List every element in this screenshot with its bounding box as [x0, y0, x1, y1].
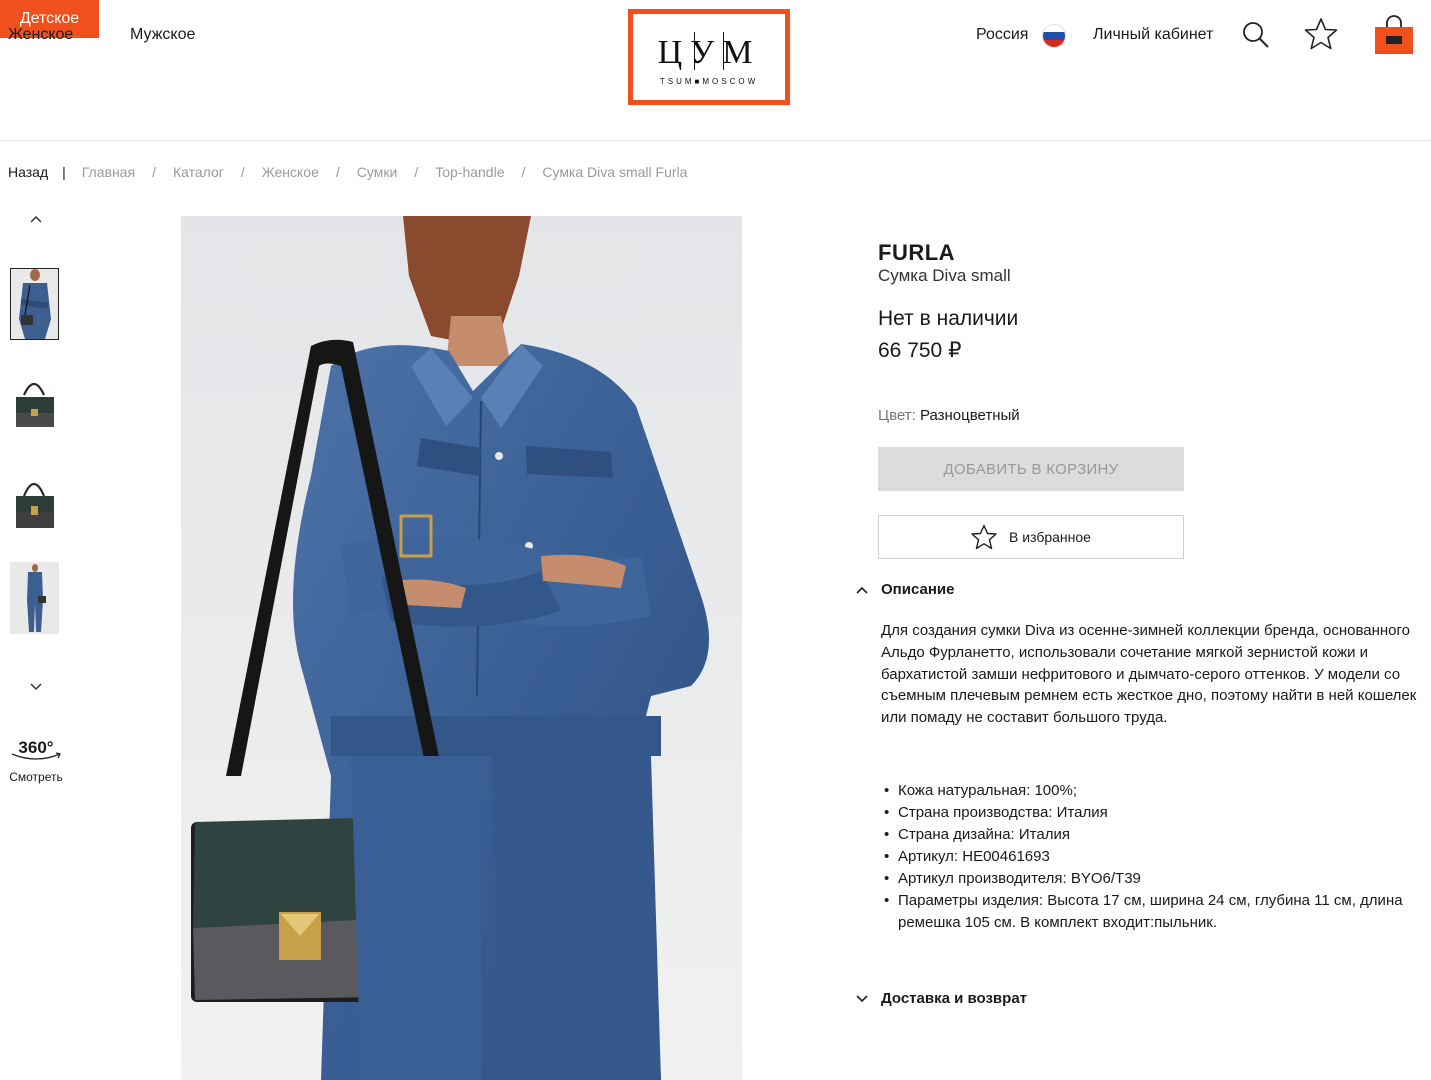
thumbnail-bag-side[interactable] [10, 466, 59, 538]
add-to-favorites-button[interactable]: В избранное [878, 515, 1184, 559]
availability-status: Нет в наличии [878, 307, 1019, 330]
breadcrumb-bags[interactable]: Сумки [357, 164, 398, 180]
product-brand[interactable]: FURLA [878, 240, 955, 266]
breadcrumb: Назад | Главная / Каталог / Женское / Су… [8, 164, 687, 180]
view-360-button[interactable]: 360° Смотреть [6, 738, 66, 784]
spec-item: Страна дизайна: Италия [884, 824, 1424, 846]
product-name: Сумка Diva small [878, 266, 1011, 285]
breadcrumb-separator: / [240, 164, 245, 180]
spec-item: Кожа натуральная: 100%; [884, 780, 1424, 802]
product-price: 66 750 ₽ [878, 339, 962, 362]
breadcrumb-home[interactable]: Главная [82, 164, 135, 180]
description-title: Описание [881, 581, 955, 598]
spec-item: Страна производства: Италия [884, 802, 1424, 824]
color-label: Цвет: [878, 407, 916, 424]
delivery-accordion[interactable]: Доставка и возврат [855, 990, 1027, 1007]
breadcrumb-separator: / [335, 164, 340, 180]
color-value: Разноцветный [919, 407, 1020, 424]
product-photo [181, 216, 742, 1080]
favorites-label: В избранное [1009, 529, 1091, 545]
breadcrumb-catalog[interactable]: Каталог [173, 164, 224, 180]
breadcrumb-top-handle[interactable]: Top-handle [435, 164, 504, 180]
product-main-image[interactable] [181, 216, 742, 1080]
nav-women[interactable]: Женское [8, 26, 73, 44]
tsum-logo[interactable]: ЦУМ TSUM■MOSCOW [628, 9, 790, 105]
color-row: Цвет: Разноцветный [878, 407, 1020, 424]
star-icon[interactable] [1304, 17, 1338, 51]
breadcrumb-women[interactable]: Женское [262, 164, 319, 180]
spec-item: Артикул: HE00461693 [884, 846, 1424, 868]
description-accordion[interactable]: Описание [855, 581, 954, 598]
logo-divider [723, 32, 724, 70]
thumbnail-model-full[interactable] [10, 562, 59, 634]
breadcrumb-separator: / [414, 164, 419, 180]
breadcrumb-separator: / [521, 164, 526, 180]
specs-list: Кожа натуральная: 100%; Страна производс… [884, 780, 1424, 934]
back-link[interactable]: Назад [8, 164, 48, 180]
chevron-up-icon[interactable] [26, 212, 46, 226]
logo-letters: ЦУМ [657, 34, 761, 71]
spec-item: Параметры изделия: Высота 17 см, ширина … [884, 890, 1424, 934]
russia-flag-icon[interactable] [1042, 24, 1066, 48]
thumbnail-image [10, 466, 59, 538]
add-to-cart-button[interactable]: ДОБАВИТЬ В КОРЗИНУ [878, 447, 1184, 491]
spec-item: Артикул производителя: BYO6/T39 [884, 868, 1424, 890]
shopping-bag-icon[interactable] [1374, 14, 1414, 55]
thumbnail-image [10, 562, 59, 634]
star-icon [971, 524, 997, 550]
nav-men[interactable]: Мужское [130, 26, 195, 44]
thumbnail-bag-front[interactable] [10, 369, 59, 441]
chevron-up-icon [856, 586, 868, 594]
description-text: Для создания сумки Diva из осенне-зимней… [881, 622, 1417, 727]
view-360-label: Смотреть [9, 770, 63, 784]
chevron-down-icon [856, 994, 868, 1002]
logo-divider [694, 32, 695, 70]
thumbnail-model-front[interactable] [10, 268, 59, 340]
chevron-down-icon[interactable] [26, 680, 46, 694]
thumbnail-image [10, 369, 59, 441]
logo-inner: ЦУМ TSUM■MOSCOW [633, 14, 785, 100]
logo-subtitle: TSUM■MOSCOW [659, 77, 759, 86]
site-header: Женское Мужское Детское ЦУМ TSUM■MOSCOW … [0, 0, 1431, 141]
region-selector[interactable]: Россия [976, 26, 1028, 44]
search-icon[interactable] [1242, 21, 1270, 49]
breadcrumb-current: Сумка Diva small Furla [542, 164, 688, 180]
breadcrumb-separator: / [152, 164, 156, 180]
breadcrumb-divider: | [62, 164, 66, 180]
delivery-title: Доставка и возврат [881, 990, 1028, 1007]
thumbnail-image [11, 269, 58, 339]
account-link[interactable]: Личный кабинет [1093, 26, 1213, 44]
